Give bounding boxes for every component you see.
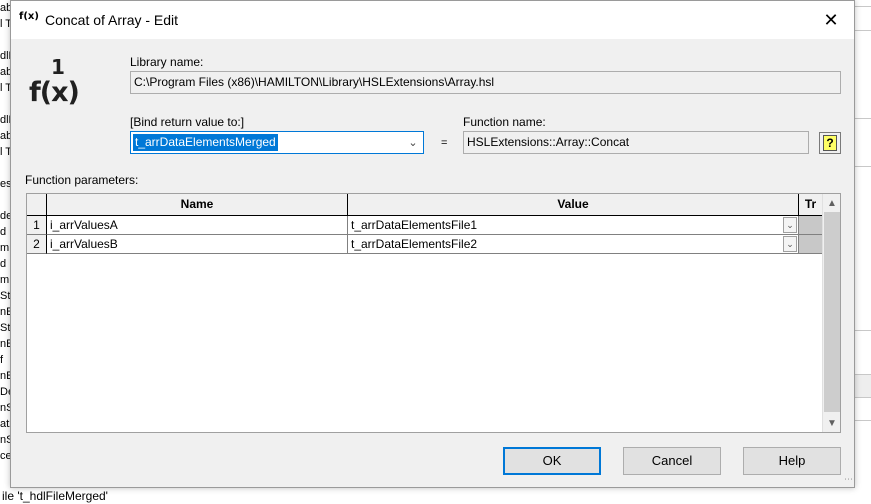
param-tr-cell[interactable] [799, 235, 823, 254]
param-value-cell[interactable]: t_arrDataElementsFile1 ⌄ [348, 216, 799, 235]
bind-return-value: t_arrDataElementsMerged [133, 134, 278, 151]
scrollbar-thumb[interactable] [824, 212, 840, 412]
row-number[interactable]: 1 [27, 216, 47, 235]
function-name-field[interactable]: HSLExtensions::Array::Concat [463, 131, 809, 154]
param-value-text: t_arrDataElementsFile1 [351, 218, 478, 232]
chevron-down-icon[interactable]: ⌄ [405, 132, 421, 153]
table-row[interactable]: 2 i_arrValuesB t_arrDataElementsFile2 ⌄ [27, 235, 823, 254]
close-button[interactable]: ✕ [808, 1, 854, 39]
ok-button[interactable]: OK [503, 447, 601, 475]
param-value-cell[interactable]: t_arrDataElementsFile2 ⌄ [348, 235, 799, 254]
cancel-button[interactable]: Cancel [623, 447, 721, 475]
header-value[interactable]: Value [348, 194, 799, 216]
row-number[interactable]: 2 [27, 235, 47, 254]
function-name-label: Function name: [463, 115, 546, 129]
function-parameters-label: Function parameters: [25, 173, 139, 187]
edit-dialog: f(x) Concat of Array - Edit ✕ 1 f(x) Lib… [10, 0, 855, 488]
scroll-down-icon[interactable]: ▼ [823, 414, 840, 432]
param-name-cell[interactable]: i_arrValuesB [47, 235, 348, 254]
header-tr[interactable]: Tr [799, 194, 823, 216]
background-status-text: ile 't_hdlFileMerged' [0, 488, 871, 504]
chevron-down-icon[interactable]: ⌄ [783, 217, 797, 233]
library-name-label: Library name: [130, 55, 204, 69]
header-corner[interactable] [27, 194, 47, 216]
table-row[interactable]: 1 i_arrValuesA t_arrDataElementsFile1 ⌄ [27, 216, 823, 235]
function-icon: f(x) [19, 11, 39, 22]
dialog-title: Concat of Array - Edit [45, 12, 179, 28]
title-bar: f(x) Concat of Array - Edit ✕ [11, 1, 854, 39]
chevron-down-icon[interactable]: ⌄ [783, 236, 797, 252]
parameters-grid[interactable]: Name Value Tr 1 i_arrValuesA t_arrDataEl… [26, 193, 841, 433]
param-value-text: t_arrDataElementsFile2 [351, 237, 478, 251]
help-icon: ? [823, 135, 837, 151]
bind-return-label: [Bind return value to:] [130, 115, 245, 129]
close-icon: ✕ [823, 9, 839, 31]
scroll-up-icon[interactable]: ▲ [823, 194, 840, 212]
bind-return-combobox[interactable]: t_arrDataElementsMerged ⌄ [130, 131, 424, 154]
param-tr-cell[interactable] [799, 216, 823, 235]
library-name-field[interactable]: C:\Program Files (x86)\HAMILTON\Library\… [130, 71, 841, 94]
help-button[interactable]: Help [743, 447, 841, 475]
equals-sign: = [441, 137, 448, 149]
resize-grip-icon[interactable]: ⋯ [844, 474, 853, 485]
function-large-icon: 1 f(x) [29, 55, 80, 108]
vertical-scrollbar[interactable]: ▲ ▼ [822, 194, 840, 432]
param-name-cell[interactable]: i_arrValuesA [47, 216, 348, 235]
background-window-right [855, 0, 871, 504]
grid-header: Name Value Tr [27, 194, 823, 216]
header-name[interactable]: Name [47, 194, 348, 216]
function-help-button[interactable]: ? [819, 132, 841, 154]
